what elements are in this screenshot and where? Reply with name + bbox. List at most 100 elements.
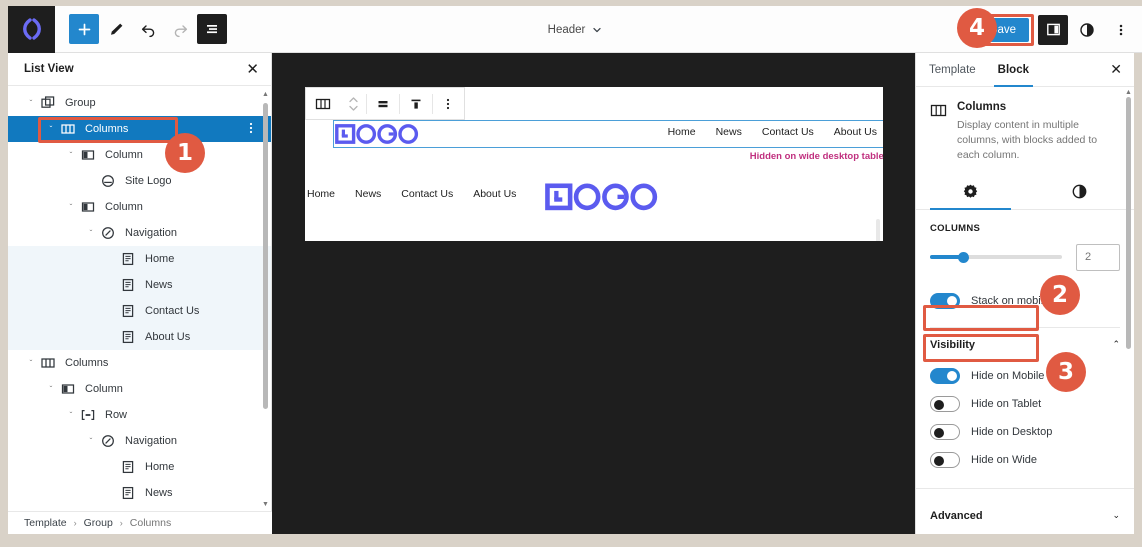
advanced-panel-header[interactable]: Advanced ⌄ [916,499,1134,533]
tab-template[interactable]: Template [929,53,976,87]
highlight-box-hide-on-mobile [923,334,1039,362]
tree-item-column[interactable]: ˇColumn [8,376,271,402]
nav-link-home[interactable]: Home [307,188,335,200]
nav-link-about-us[interactable]: About Us [473,188,516,200]
scroll-up-arrow-icon[interactable]: ▲ [262,91,269,99]
document-title-button[interactable]: Header [548,24,603,36]
chevron-down-icon[interactable]: ˇ [64,203,78,212]
tree-item-navigation[interactable]: ˇ Navigation [8,428,271,454]
align-icon[interactable] [367,87,399,120]
chevron-up-icon[interactable]: ⌃ [1112,339,1120,350]
tree-item-home[interactable]: Home [8,246,271,272]
columns-number-input[interactable]: 2 [1076,244,1120,271]
slider-knob[interactable] [958,252,969,263]
chevron-down-icon[interactable]: ˇ [64,151,78,160]
tree-item-column[interactable]: ˇColumn [8,142,271,168]
more-options-button[interactable] [1106,15,1136,45]
chevron-down-icon[interactable]: ˇ [44,385,58,394]
move-updown-icon[interactable] [340,87,366,120]
add-block-button[interactable] [69,14,99,44]
header-row-mobile[interactable]: Home News Contact Us About Us [305,182,883,212]
navigation-mobile[interactable]: Home News Contact Us About Us [307,188,516,200]
sidebar-tabs: Template Block ✕ [916,53,1134,87]
sidebar-scrollbar[interactable]: ▲ [1125,89,1132,389]
breadcrumb-item-columns[interactable]: Columns [130,517,171,529]
ellipsis-vertical-icon[interactable] [245,121,257,137]
nav-link-contact-us[interactable]: Contact Us [401,188,453,200]
settings-tab[interactable] [916,174,1025,209]
styles-toggle[interactable] [1072,15,1102,45]
selection-outline [333,120,883,148]
tree-item-contact-us[interactable]: Contact Us [8,298,271,324]
tree-item-column[interactable]: ˇ Column [8,194,271,220]
toggle-label: Hide on Mobile [971,370,1044,382]
scrollbar-thumb[interactable] [263,103,268,409]
tree-item-label: Column [105,201,143,213]
redo-button[interactable] [165,14,195,44]
tree-item-about-us[interactable]: About Us [8,324,271,350]
gear-icon [962,183,979,200]
block-type-columns-icon[interactable] [306,87,340,120]
tree-item-home[interactable]: Home [8,454,271,480]
toggle-row-hide-on-mobile[interactable]: Hide on Mobile [930,362,1120,390]
vertical-align-top-icon[interactable] [400,87,432,120]
page-icon [118,460,138,474]
page-icon [118,486,138,500]
toggle-row-hide-on-wide[interactable]: Hide on Wide [930,446,1120,474]
chevron-down-icon[interactable]: ˇ [84,437,98,446]
chevron-down-icon[interactable]: ˇ [24,359,38,368]
visibility-toggles: Hide on Mobile Hide on TabletHide on Desk… [916,362,1134,474]
styles-tab[interactable] [1025,174,1134,209]
undo-button[interactable] [133,14,163,44]
close-icon[interactable]: ✕ [1110,61,1122,78]
toggle-hide-on-desktop[interactable] [930,424,960,440]
edit-tool-button[interactable] [101,14,131,44]
canvas-scrollbar[interactable] [876,219,880,241]
site-logo-mobile[interactable] [545,182,670,212]
tree-item-label: Row [105,409,127,421]
tree-item-news[interactable]: News [8,480,271,506]
scrollbar-thumb[interactable] [1126,97,1131,349]
list-view-scrollbar[interactable]: ▲ ▼ [262,91,269,509]
list-view-button[interactable] [197,14,227,44]
tree-item-label: Columns [65,357,108,369]
tree-item-navigation[interactable]: ˇNavigation [8,220,271,246]
toggle-hide-on-wide[interactable] [930,452,960,468]
toggle-hide-on-tablet[interactable] [930,396,960,412]
toggle-hide-on-mobile[interactable] [930,368,960,384]
annotation-badge-2: 2 [1040,275,1080,315]
settings-sidebar-toggle[interactable] [1038,15,1068,45]
chevron-down-icon[interactable]: ⌄ [1112,510,1120,521]
tree-item-news[interactable]: News [8,272,271,298]
toggle-row-hide-on-desktop[interactable]: Hide on Desktop [930,418,1120,446]
editor-tools [69,14,227,44]
tree-item-row[interactable]: ˇ Row [8,402,271,428]
scroll-up-arrow-icon[interactable]: ▲ [1125,89,1132,97]
columns-slider[interactable] [930,250,1062,264]
editor-window: Header Save [0,0,1142,547]
close-icon[interactable]: ✕ [246,62,259,77]
tree-item-label: News [145,487,173,499]
chevron-down-icon[interactable]: ˇ [24,99,38,108]
list-view-header: List View ✕ [8,53,271,86]
chevron-down-icon[interactable]: ˇ [84,229,98,238]
app-logo-icon[interactable] [8,6,55,53]
chevron-down-icon[interactable]: ˇ [64,411,78,420]
toggle-row-hide-on-tablet[interactable]: Hide on Tablet [930,390,1120,418]
column-icon [58,382,78,396]
breadcrumb-separator: › [120,518,123,528]
block-options-icon[interactable] [433,87,463,120]
tree-item-label: Navigation [125,435,177,447]
annotation-badge-4: 4 [957,8,997,48]
tab-block[interactable]: Block [998,53,1029,87]
tree-item-columns[interactable]: ˇ Columns [8,350,271,376]
tree-item-group[interactable]: ˇGroup [8,90,271,116]
breadcrumb-separator: › [74,518,77,528]
scroll-down-arrow-icon[interactable]: ▼ [262,501,269,509]
nav-link-news[interactable]: News [355,188,381,200]
breadcrumb-item-group[interactable]: Group [84,517,113,529]
columns-icon [38,356,58,370]
block-title: Columns [957,101,1120,113]
tree-item-site-logo[interactable]: Site Logo [8,168,271,194]
breadcrumb-item-template[interactable]: Template [24,517,67,529]
